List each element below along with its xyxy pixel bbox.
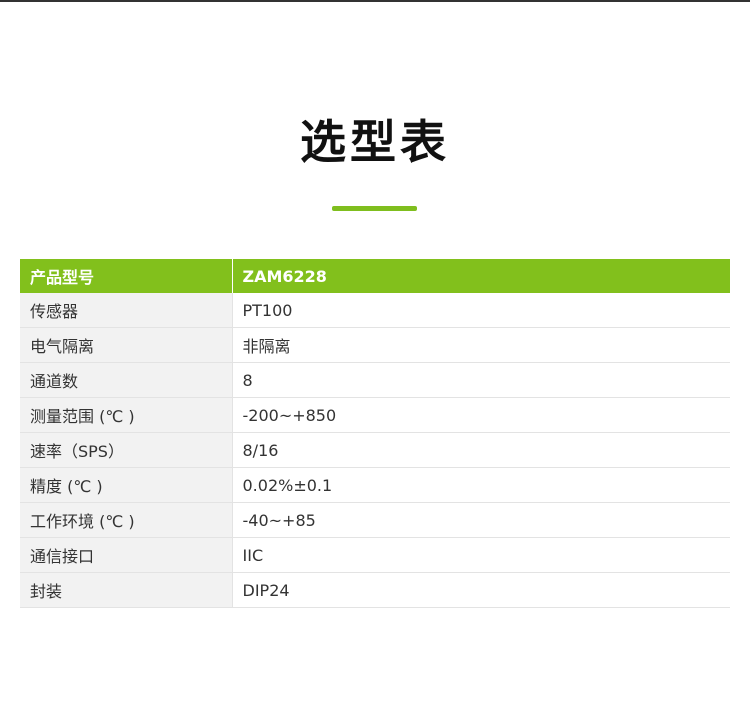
row-value: DIP24 xyxy=(232,572,730,608)
table-row: 速率（SPS） 8/16 xyxy=(20,432,730,468)
table-header-row: 产品型号 ZAM6228 xyxy=(20,259,730,293)
table-row: 工作环境 (℃ ) -40~+85 xyxy=(20,502,730,538)
row-value: 8/16 xyxy=(232,432,730,468)
table-row: 封装 DIP24 xyxy=(20,572,730,608)
row-label: 速率（SPS） xyxy=(20,432,233,468)
row-value: 8 xyxy=(232,362,730,398)
table-row: 通信接口 IIC xyxy=(20,537,730,573)
row-label: 测量范围 (℃ ) xyxy=(20,397,233,433)
row-label: 传感器 xyxy=(20,293,233,328)
row-label: 封装 xyxy=(20,572,233,608)
header-label: 产品型号 xyxy=(20,259,233,293)
row-value: IIC xyxy=(232,537,730,573)
row-value: 0.02%±0.1 xyxy=(232,467,730,503)
header-value: ZAM6228 xyxy=(232,259,730,293)
row-value: -40~+85 xyxy=(232,502,730,538)
table-row: 精度 (℃ ) 0.02%±0.1 xyxy=(20,467,730,503)
top-divider xyxy=(0,0,750,2)
row-label: 通信接口 xyxy=(20,537,233,573)
row-label: 工作环境 (℃ ) xyxy=(20,502,233,538)
row-value: PT100 xyxy=(232,293,730,328)
row-label: 电气隔离 xyxy=(20,327,233,363)
spec-table: 产品型号 ZAM6228 传感器 PT100 电气隔离 非隔离 通道数 8 测量… xyxy=(20,259,730,608)
row-label: 通道数 xyxy=(20,362,233,398)
row-value: -200~+850 xyxy=(232,397,730,433)
page-title: 选型表 xyxy=(300,115,450,169)
row-label: 精度 (℃ ) xyxy=(20,467,233,503)
table-row: 传感器 PT100 xyxy=(20,293,730,328)
title-underline xyxy=(332,206,417,211)
row-value: 非隔离 xyxy=(232,327,730,363)
table-row: 电气隔离 非隔离 xyxy=(20,327,730,363)
table-row: 通道数 8 xyxy=(20,362,730,398)
table-row: 测量范围 (℃ ) -200~+850 xyxy=(20,397,730,433)
